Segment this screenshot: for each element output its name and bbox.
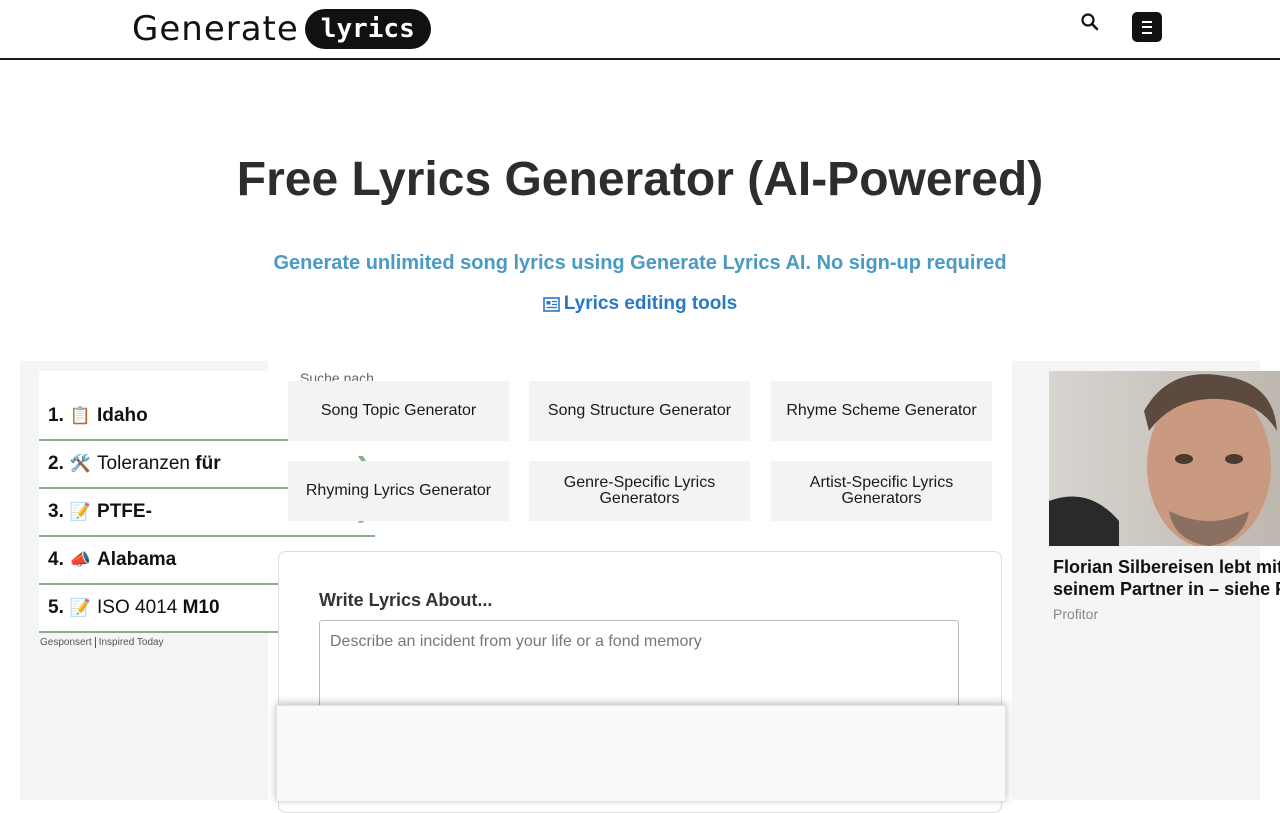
item-text: PTFE- xyxy=(97,501,152,522)
item-number: 1. xyxy=(48,405,64,426)
write-lyrics-label: Write Lyrics About... xyxy=(319,590,493,610)
newspaper-icon xyxy=(542,297,560,312)
bottom-ad-banner[interactable] xyxy=(276,705,1006,802)
item-number: 2. xyxy=(48,453,64,474)
item-text: ISO 4014 xyxy=(97,597,183,618)
item-number: 5. xyxy=(48,597,64,618)
item-number: 4. xyxy=(48,549,64,570)
page-title: Free Lyrics Generator (AI-Powered) xyxy=(236,153,1044,206)
memo-icon: 📝 xyxy=(69,502,92,521)
search-icon[interactable] xyxy=(1078,10,1102,34)
ad-headline-line2: seinem Partner in – siehe F xyxy=(1053,579,1280,599)
site-header: Generate lyrics xyxy=(0,0,1280,60)
genre-specific-generators-button[interactable]: Genre-Specific Lyrics Generators xyxy=(529,461,750,521)
artist-specific-generators-button[interactable]: Artist-Specific Lyrics Generators xyxy=(771,461,992,521)
logo-word: Generate xyxy=(132,9,299,49)
item-text: Toleranzen xyxy=(97,453,196,474)
tools-link-label: Lyrics editing tools xyxy=(563,293,738,314)
sponsored-footer: Gesponsert Inspired Today xyxy=(40,637,164,648)
page-subtitle: Generate unlimited song lyrics using Gen… xyxy=(273,252,1007,274)
ad-photo[interactable] xyxy=(1049,371,1280,546)
item-text-bold: M10 xyxy=(182,597,220,618)
item-text-bold: für xyxy=(195,453,221,474)
sponsored-label: Gesponsert xyxy=(40,637,92,648)
ad-headline[interactable]: Florian Silbereisen lebt mit seinem Part… xyxy=(1053,556,1280,600)
rhyming-lyrics-generator-button[interactable]: Rhyming Lyrics Generator xyxy=(288,461,509,521)
item-text: Idaho xyxy=(97,405,148,426)
ad-headline-line1: Florian Silbereisen lebt mit xyxy=(1053,557,1280,577)
song-structure-generator-button[interactable]: Song Structure Generator xyxy=(529,381,750,441)
logo-pill: lyrics xyxy=(304,9,431,49)
clipboard-icon: 📋 xyxy=(69,406,92,425)
item-text: Alabama xyxy=(97,549,177,570)
hamburger-menu-icon[interactable] xyxy=(1132,12,1162,42)
sponsor-source[interactable]: Inspired Today xyxy=(99,637,164,648)
site-logo[interactable]: Generate lyrics xyxy=(132,8,431,50)
lyrics-editing-tools-link[interactable]: Lyrics editing tools xyxy=(0,293,1280,315)
megaphone-icon: 📣 xyxy=(69,550,92,569)
rhyme-scheme-generator-button[interactable]: Rhyme Scheme Generator xyxy=(771,381,992,441)
tools-icon: 🛠️ xyxy=(69,454,92,473)
song-topic-generator-button[interactable]: Song Topic Generator xyxy=(288,381,509,441)
memo-icon: 📝 xyxy=(69,598,92,617)
ad-source: Profitor xyxy=(1053,606,1099,622)
item-number: 3. xyxy=(48,501,64,522)
